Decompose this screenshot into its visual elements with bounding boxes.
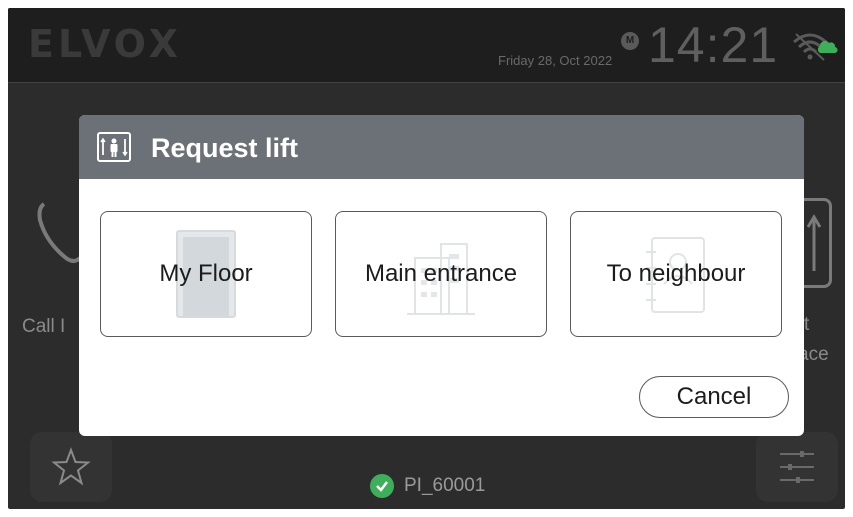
main-entrance-button[interactable]: Main entrance — [335, 211, 547, 337]
main-entrance-label: Main entrance — [364, 260, 518, 287]
top-bar: ELVOX Friday 28, Oct 2022 M 14:21 — [8, 8, 845, 83]
to-neighbour-button[interactable]: To neighbour — [570, 211, 782, 337]
elevator-icon — [97, 132, 131, 162]
clock: 14:21 — [648, 17, 779, 73]
to-neighbour-label: To neighbour — [606, 260, 746, 287]
my-floor-label: My Floor — [159, 260, 253, 287]
sliders-icon — [780, 451, 814, 483]
device-id: PI_60001 — [404, 475, 486, 496]
brand-logo: ELVOX — [28, 22, 182, 66]
mode-badge: M — [621, 32, 639, 50]
check-icon — [370, 474, 394, 498]
request-lift-dialog: Request lift My Floor Main entrance To n… — [79, 115, 804, 436]
wifi-cloud-icon — [793, 33, 838, 61]
right-label-line1: t — [804, 314, 810, 335]
date-label: Friday 28, Oct 2022 — [498, 53, 613, 68]
intercom-screen: ELVOX Friday 28, Oct 2022 M 14:21 Call I… — [8, 8, 845, 509]
star-icon — [51, 447, 91, 486]
dialog-title: Request lift — [151, 133, 299, 163]
my-floor-button[interactable]: My Floor — [100, 211, 312, 337]
favourites-button[interactable] — [30, 432, 112, 502]
call-label: Call I — [22, 316, 66, 337]
settings-button[interactable] — [756, 432, 838, 502]
cancel-button[interactable]: Cancel — [639, 376, 789, 418]
dialog-header: Request lift — [79, 115, 804, 179]
device-status: PI_60001 — [370, 474, 485, 498]
